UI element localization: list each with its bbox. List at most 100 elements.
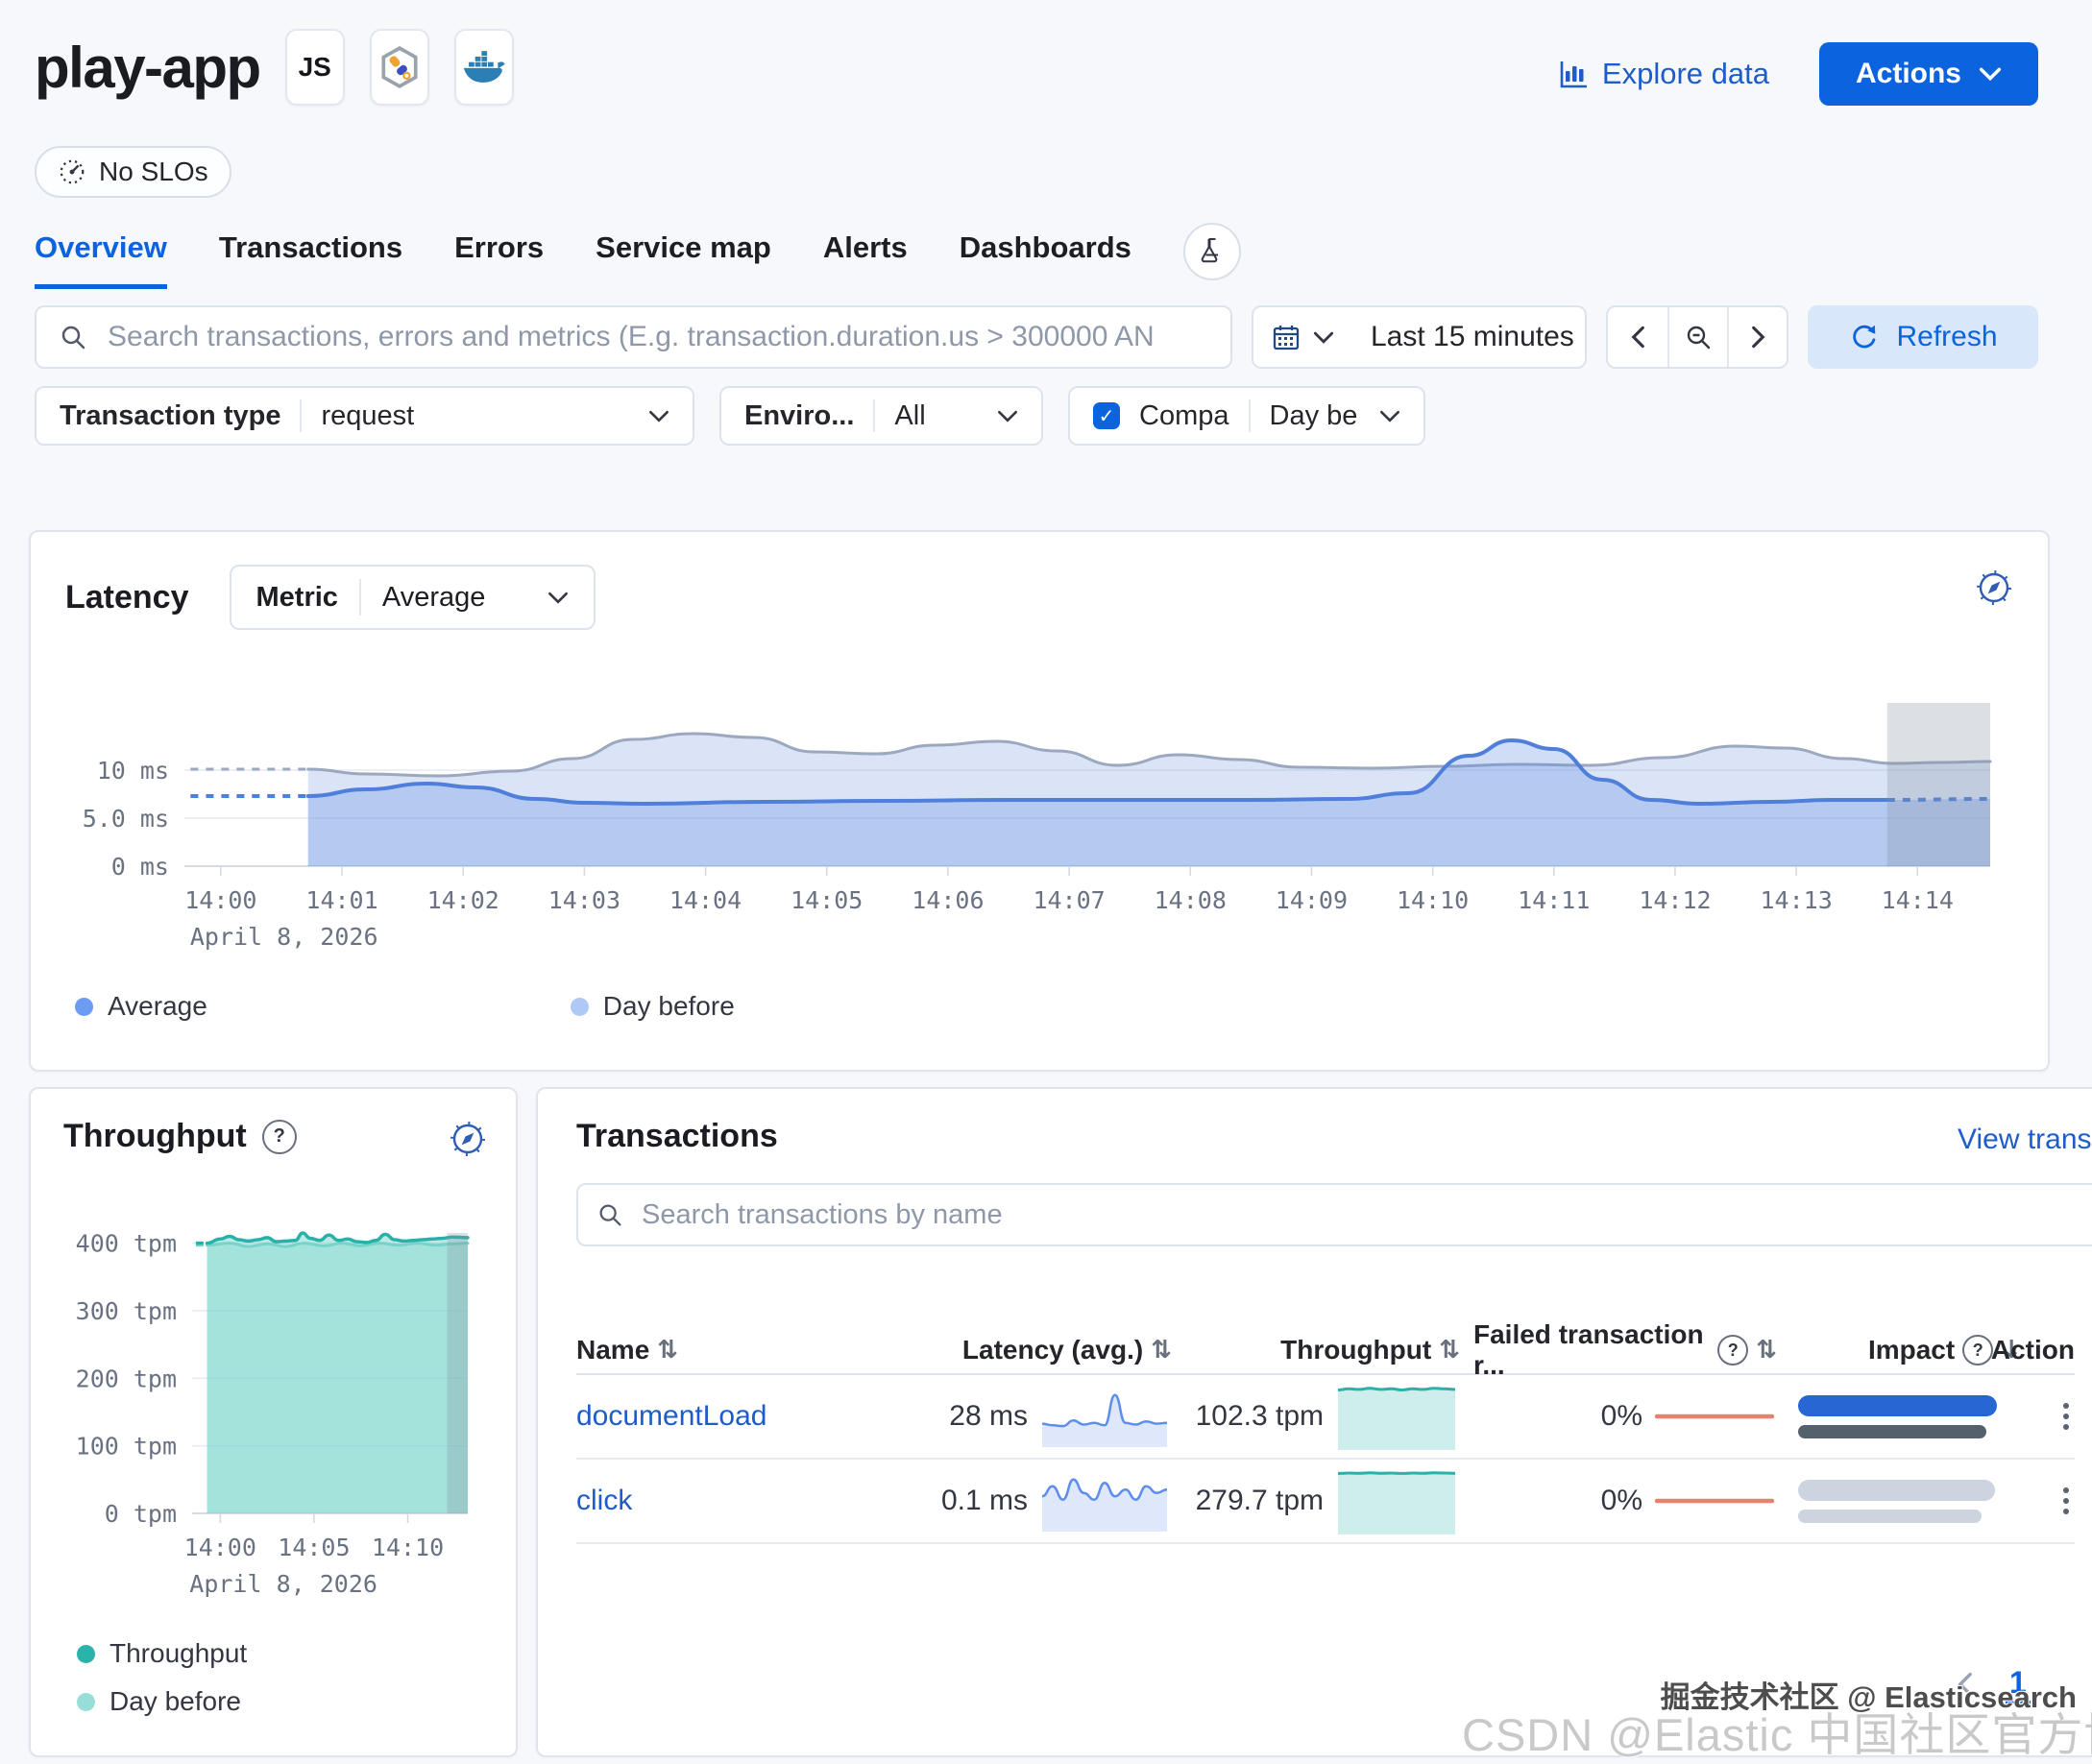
transactions-search-box[interactable] bbox=[576, 1183, 2092, 1246]
header-actions: Explore data Actions bbox=[1558, 42, 2038, 106]
divider bbox=[300, 399, 302, 432]
time-prev-button[interactable] bbox=[1608, 307, 1667, 367]
opentelemetry-icon bbox=[379, 45, 420, 89]
kql-search-box[interactable] bbox=[35, 305, 1232, 369]
environment-select[interactable]: Enviro... All bbox=[719, 386, 1043, 446]
throughput-cell: 102.3 tpm bbox=[1172, 1380, 1460, 1453]
agent-badge-opentelemetry[interactable] bbox=[370, 29, 429, 106]
docker-icon bbox=[462, 51, 506, 84]
help-icon[interactable]: ? bbox=[1962, 1335, 1993, 1365]
throughput-value: 102.3 tpm bbox=[1196, 1400, 1324, 1433]
latency-cell: 0.1 ms bbox=[855, 1467, 1172, 1534]
svg-text:14:13: 14:13 bbox=[1760, 886, 1832, 914]
latency-cell: 28 ms bbox=[855, 1383, 1172, 1450]
svg-text:14:07: 14:07 bbox=[1033, 886, 1105, 914]
impact-cell bbox=[1777, 1395, 2022, 1438]
environment-value: All bbox=[894, 400, 925, 432]
chevron-right-icon bbox=[1751, 326, 1765, 349]
latency-chart[interactable]: 0 ms5.0 ms10 ms14:0014:0114:0214:0314:04… bbox=[50, 695, 2029, 983]
sort-icon: ⇅ bbox=[1439, 1336, 1460, 1365]
bar-chart-icon bbox=[1558, 59, 1589, 89]
legend-item-throughput[interactable]: Throughput bbox=[77, 1638, 247, 1669]
agent-badge-js[interactable]: JS bbox=[285, 29, 345, 106]
tab-bar: Overview Transactions Errors Service map… bbox=[35, 230, 1241, 289]
column-header-failed-rate[interactable]: Failed transaction r... ? ⇅ bbox=[1460, 1319, 1777, 1381]
legend-item-day-before[interactable]: Day before bbox=[571, 991, 735, 1022]
legend-label: Average bbox=[108, 991, 207, 1022]
legend-label: Day before bbox=[603, 991, 735, 1022]
transaction-type-select[interactable]: Transaction type request bbox=[35, 386, 694, 446]
throughput-value: 279.7 tpm bbox=[1196, 1485, 1324, 1517]
help-icon[interactable]: ? bbox=[262, 1120, 297, 1154]
legend-dot bbox=[77, 1693, 95, 1711]
latency-explore-button[interactable] bbox=[1975, 568, 2013, 607]
kql-search-input[interactable] bbox=[106, 320, 1209, 354]
search-icon bbox=[596, 1200, 624, 1229]
latency-sparkline bbox=[1037, 1467, 1172, 1534]
latency-metric-select[interactable]: Metric Average bbox=[230, 565, 596, 630]
actions-label: Actions bbox=[1856, 58, 1961, 90]
help-icon[interactable]: ? bbox=[1717, 1335, 1748, 1365]
latency-panel-header: Latency Metric Average bbox=[65, 565, 596, 630]
pagination: 1 bbox=[1958, 1665, 2031, 1704]
svg-text:14:00: 14:00 bbox=[184, 1534, 256, 1561]
date-picker[interactable]: Last 15 minutes bbox=[1252, 305, 1587, 369]
svg-text:April 8, 2026: April 8, 2026 bbox=[189, 1570, 377, 1598]
column-label: Impact bbox=[1868, 1335, 1955, 1365]
column-label: Latency (avg.) bbox=[962, 1335, 1143, 1365]
tab-alerts[interactable]: Alerts bbox=[823, 230, 908, 284]
actions-button[interactable]: Actions bbox=[1819, 42, 2038, 106]
transaction-link[interactable]: click bbox=[576, 1485, 632, 1516]
legend-item-day-before[interactable]: Day before bbox=[77, 1686, 247, 1717]
refresh-label: Refresh bbox=[1896, 321, 1997, 353]
legend-label: Day before bbox=[109, 1686, 241, 1717]
refresh-button[interactable]: Refresh bbox=[1808, 305, 2038, 369]
comparison-checkbox[interactable]: ✓ bbox=[1093, 402, 1120, 429]
svg-text:14:04: 14:04 bbox=[669, 886, 742, 914]
transactions-search-input[interactable] bbox=[640, 1198, 2092, 1232]
throughput-cell: 279.7 tpm bbox=[1172, 1464, 1460, 1537]
tab-service-map[interactable]: Service map bbox=[596, 230, 771, 284]
throughput-chart[interactable]: 0 tpm100 tpm200 tpm300 tpm400 tpm14:0014… bbox=[38, 1223, 504, 1636]
calendar-menu-button[interactable] bbox=[1253, 322, 1351, 352]
time-range-label[interactable]: Last 15 minutes bbox=[1351, 321, 1593, 353]
view-transactions-link[interactable]: View transactio bbox=[1958, 1124, 2092, 1156]
column-header-impact[interactable]: Impact ? ↓ bbox=[1777, 1335, 2022, 1365]
chevron-left-icon[interactable] bbox=[1958, 1672, 1973, 1697]
throughput-explore-button[interactable] bbox=[449, 1120, 487, 1158]
explore-data-label: Explore data bbox=[1602, 57, 1769, 91]
compass-icon bbox=[449, 1120, 487, 1158]
technical-preview-button[interactable] bbox=[1183, 223, 1241, 280]
legend-item-average[interactable]: Average bbox=[75, 991, 207, 1022]
comparison-select[interactable]: ✓ Compa Day be bbox=[1068, 386, 1425, 446]
column-header-latency[interactable]: Latency (avg.) ⇅ bbox=[855, 1335, 1172, 1365]
tab-transactions[interactable]: Transactions bbox=[219, 230, 402, 284]
transaction-link[interactable]: documentLoad bbox=[576, 1400, 767, 1432]
svg-text:14:12: 14:12 bbox=[1639, 886, 1711, 914]
svg-text:14:06: 14:06 bbox=[912, 886, 984, 914]
failed-rate-cell: 0% bbox=[1460, 1480, 1777, 1522]
agent-badge-docker[interactable] bbox=[454, 29, 514, 106]
failed-rate-sparkline bbox=[1652, 1395, 1777, 1438]
svg-text:400 tpm: 400 tpm bbox=[76, 1230, 177, 1258]
slo-badge[interactable]: No SLOs bbox=[35, 146, 231, 198]
chevron-down-icon bbox=[547, 592, 569, 604]
zoom-out-icon bbox=[1683, 322, 1714, 352]
svg-text:14:05: 14:05 bbox=[278, 1534, 350, 1561]
transaction-name-cell: documentLoad bbox=[576, 1400, 855, 1433]
explore-data-link[interactable]: Explore data bbox=[1558, 57, 1769, 91]
metric-label: Metric bbox=[256, 582, 338, 614]
time-next-button[interactable] bbox=[1727, 307, 1787, 367]
page-number[interactable]: 1 bbox=[2006, 1665, 2031, 1704]
column-header-name[interactable]: Name ⇅ bbox=[576, 1335, 855, 1365]
impact-cell bbox=[1777, 1480, 2022, 1523]
tab-overview[interactable]: Overview bbox=[35, 230, 167, 289]
divider bbox=[873, 399, 875, 432]
tab-errors[interactable]: Errors bbox=[454, 230, 544, 284]
zoom-out-button[interactable] bbox=[1667, 307, 1727, 367]
row-actions-menu-button[interactable] bbox=[2057, 1397, 2075, 1436]
row-actions-menu-button[interactable] bbox=[2057, 1482, 2075, 1520]
column-header-throughput[interactable]: Throughput ⇅ bbox=[1172, 1335, 1460, 1365]
service-header: play-app JS bbox=[35, 29, 514, 106]
tab-dashboards[interactable]: Dashboards bbox=[960, 230, 1131, 284]
